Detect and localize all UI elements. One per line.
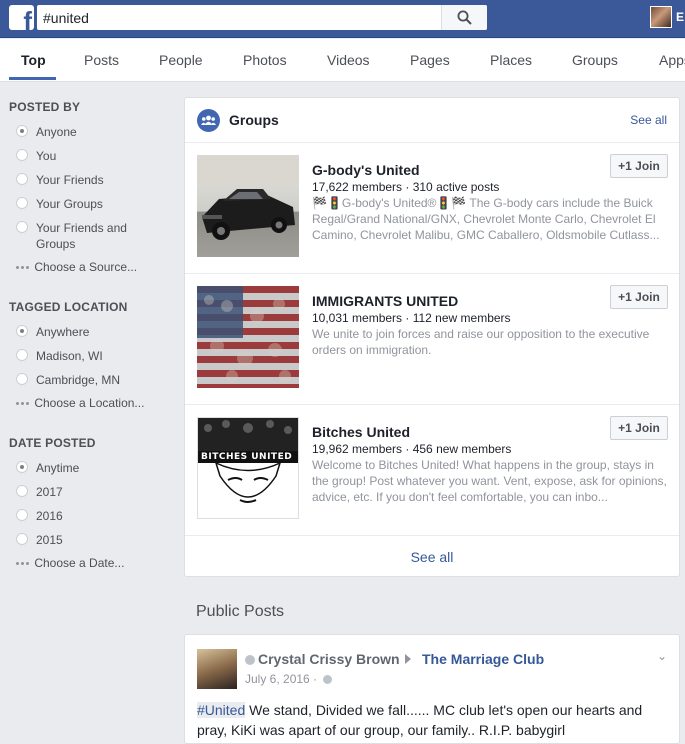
group-stats: 17,622 members · 310 active posts bbox=[312, 180, 500, 194]
arrow-right-icon bbox=[405, 654, 411, 664]
divider bbox=[185, 404, 679, 405]
groups-results-card: Groups See all G-body's United 17,622 me… bbox=[184, 97, 680, 577]
search-input[interactable]: #united bbox=[43, 10, 89, 26]
post-group-link[interactable]: The Marriage Club bbox=[422, 651, 544, 667]
search-tabs: Top Posts People Photos Videos Pages Pla… bbox=[0, 39, 685, 82]
illustrated-face-image bbox=[198, 418, 298, 503]
post-timestamp[interactable]: July 6, 2016 · bbox=[245, 672, 335, 686]
group-description: Welcome to Bitches United! What happens … bbox=[312, 458, 667, 504]
tab-videos[interactable]: Videos bbox=[327, 52, 370, 68]
groups-icon bbox=[197, 109, 220, 132]
group-thumbnail[interactable]: BITCHES UNITED bbox=[197, 417, 299, 519]
group-thumbnail[interactable] bbox=[197, 155, 299, 257]
radio[interactable] bbox=[16, 197, 28, 209]
tab-groups[interactable]: Groups bbox=[572, 52, 618, 68]
user-name[interactable]: E bbox=[676, 10, 684, 24]
group-description: We unite to join forces and raise our op… bbox=[312, 327, 650, 357]
group-name[interactable]: Bitches United bbox=[312, 424, 410, 440]
choose-location-link[interactable]: Choose a Location... bbox=[16, 396, 144, 410]
user-avatar[interactable] bbox=[650, 6, 672, 28]
post-author[interactable]: Crystal Crissy Brown bbox=[245, 651, 400, 667]
group-stats: 10,031 members · 112 new members bbox=[312, 311, 511, 325]
filter-heading-tagged-location: TAGGED LOCATION bbox=[9, 300, 128, 314]
groups-see-all-link[interactable]: See all bbox=[630, 113, 667, 127]
radio[interactable] bbox=[16, 509, 28, 521]
group-description: 🏁🚦G-body's United®🚦🏁 The G-body cars inc… bbox=[312, 196, 660, 242]
chevron-down-icon[interactable]: ⌄ bbox=[657, 649, 667, 663]
car-image bbox=[197, 155, 299, 240]
divider bbox=[185, 142, 679, 143]
group-name[interactable]: G-body's United bbox=[312, 162, 420, 178]
tab-places[interactable]: Places bbox=[490, 52, 532, 68]
tab-top[interactable]: Top bbox=[21, 52, 46, 68]
globe-icon bbox=[323, 675, 333, 684]
group-stats: 19,962 members · 456 new members bbox=[312, 442, 512, 456]
search-button[interactable] bbox=[441, 5, 487, 30]
search-box[interactable]: #united bbox=[37, 5, 487, 30]
author-avatar[interactable] bbox=[197, 649, 237, 689]
radio[interactable] bbox=[16, 349, 28, 361]
tab-apps[interactable]: Apps bbox=[659, 52, 685, 68]
radio-selected[interactable] bbox=[16, 125, 28, 137]
divider bbox=[185, 535, 679, 536]
radio-selected[interactable] bbox=[16, 461, 28, 473]
facebook-logo[interactable]: f bbox=[9, 5, 34, 30]
radio[interactable] bbox=[16, 533, 28, 545]
radio[interactable] bbox=[16, 149, 28, 161]
tab-posts[interactable]: Posts bbox=[84, 52, 119, 68]
post-body: #United We stand, Divided we fall...... … bbox=[197, 702, 643, 738]
radio[interactable] bbox=[16, 173, 28, 185]
join-group-button[interactable]: +1 Join bbox=[610, 416, 668, 440]
group-name[interactable]: IMMIGRANTS UNITED bbox=[312, 293, 458, 309]
tab-people[interactable]: People bbox=[159, 52, 203, 68]
blocked-icon bbox=[245, 655, 255, 665]
divider bbox=[185, 273, 679, 274]
radio[interactable] bbox=[16, 485, 28, 497]
hashtag-link[interactable]: #United bbox=[197, 702, 246, 718]
filter-heading-posted-by: POSTED BY bbox=[9, 100, 81, 114]
flag-collage-image bbox=[197, 286, 291, 382]
tab-photos[interactable]: Photos bbox=[243, 52, 287, 68]
top-bar: f #united E bbox=[0, 0, 685, 38]
join-group-button[interactable]: +1 Join bbox=[610, 285, 668, 309]
public-posts-heading: Public Posts bbox=[196, 603, 285, 620]
tab-pages[interactable]: Pages bbox=[410, 52, 450, 68]
radio[interactable] bbox=[16, 221, 28, 233]
filter-heading-date-posted: DATE POSTED bbox=[9, 436, 96, 450]
search-icon bbox=[457, 10, 472, 25]
choose-date-link[interactable]: Choose a Date... bbox=[16, 556, 124, 570]
groups-section-title: Groups bbox=[229, 112, 279, 128]
radio-selected[interactable] bbox=[16, 325, 28, 337]
choose-source-link[interactable]: Choose a Source... bbox=[16, 260, 137, 274]
groups-see-all-button[interactable]: See all bbox=[185, 549, 679, 565]
join-group-button[interactable]: +1 Join bbox=[610, 154, 668, 178]
post-card: Crystal Crissy Brown The Marriage Club J… bbox=[184, 634, 680, 744]
group-thumbnail[interactable] bbox=[197, 286, 299, 388]
radio[interactable] bbox=[16, 373, 28, 385]
thumbnail-caption: BITCHES UNITED bbox=[201, 452, 293, 462]
active-tab-indicator bbox=[9, 77, 56, 80]
